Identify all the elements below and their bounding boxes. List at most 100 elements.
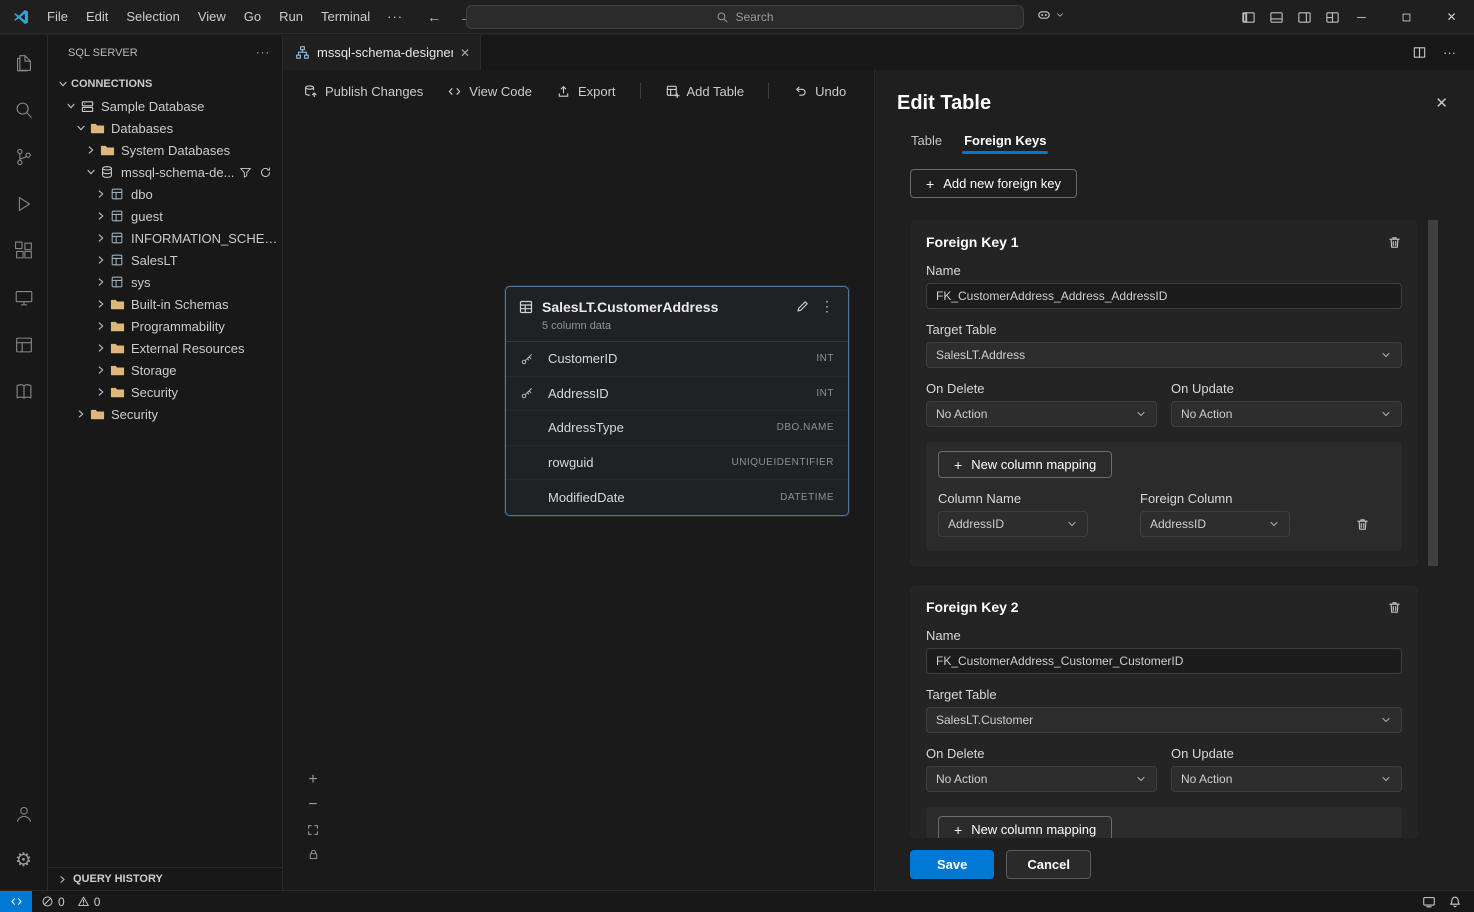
extensions-icon[interactable] bbox=[0, 227, 48, 274]
settings-gear-icon[interactable]: ⚙ bbox=[0, 837, 48, 884]
account-icon[interactable] bbox=[0, 790, 48, 837]
tree-item-security-server[interactable]: Security bbox=[48, 403, 282, 425]
table-column-row[interactable]: CustomerID INT bbox=[506, 342, 848, 377]
delete-mapping-icon[interactable] bbox=[1355, 517, 1370, 537]
menu-overflow-button[interactable]: ··· bbox=[379, 9, 411, 24]
tree-item-system-databases[interactable]: System Databases bbox=[48, 139, 282, 161]
remote-indicator[interactable] bbox=[0, 891, 32, 912]
run-debug-icon[interactable] bbox=[0, 180, 48, 227]
customize-layout-icon[interactable] bbox=[1325, 10, 1340, 25]
cancel-button[interactable]: Cancel bbox=[1006, 850, 1091, 879]
bell-icon[interactable] bbox=[1448, 895, 1462, 909]
command-center-search[interactable]: Search bbox=[466, 5, 1024, 29]
split-editor-icon[interactable] bbox=[1412, 45, 1427, 60]
tree-item-guest[interactable]: guest bbox=[48, 205, 282, 227]
window-minimize-button[interactable]: ─ bbox=[1339, 0, 1384, 34]
tree-item-storage[interactable]: Storage bbox=[48, 359, 282, 381]
tree-item-sample-database[interactable]: Sample Database bbox=[48, 95, 282, 117]
problems-indicator[interactable]: 0 0 bbox=[36, 895, 105, 909]
explorer-icon[interactable] bbox=[0, 39, 48, 86]
table-column-row[interactable]: ModifiedDate DATETIME bbox=[506, 480, 848, 515]
chevron-down-icon bbox=[1380, 773, 1392, 785]
publish-changes-button[interactable]: Publish Changes bbox=[303, 84, 423, 99]
lock-button[interactable] bbox=[307, 848, 320, 861]
source-control-icon[interactable] bbox=[0, 133, 48, 180]
refresh-icon[interactable] bbox=[259, 166, 272, 179]
save-button[interactable]: Save bbox=[910, 850, 994, 879]
fit-view-button[interactable] bbox=[306, 823, 320, 837]
table-node-customeraddress[interactable]: SalesLT.CustomerAddress ⋮ 5 column data … bbox=[505, 286, 849, 516]
tree-item-security-schema[interactable]: Security bbox=[48, 381, 282, 403]
sql-server-icon[interactable] bbox=[0, 274, 48, 321]
search-icon[interactable] bbox=[0, 86, 48, 133]
new-column-mapping-button[interactable]: + New column mapping bbox=[938, 451, 1112, 478]
menu-terminal[interactable]: Terminal bbox=[312, 0, 379, 33]
foreign-column-select[interactable]: AddressID bbox=[1140, 511, 1290, 537]
column-name-select[interactable]: AddressID bbox=[938, 511, 1088, 537]
menu-run[interactable]: Run bbox=[270, 0, 312, 33]
tab-foreign-keys[interactable]: Foreign Keys bbox=[958, 127, 1052, 159]
panel-scrollbar[interactable] bbox=[1428, 220, 1438, 566]
on-delete-select[interactable]: No Action bbox=[926, 766, 1157, 792]
chevron-down-icon bbox=[1135, 773, 1147, 785]
book-icon[interactable] bbox=[0, 368, 48, 415]
tree-item-databases[interactable]: Databases bbox=[48, 117, 282, 139]
add-table-button[interactable]: Add Table bbox=[665, 84, 745, 99]
toggle-sidebar-icon[interactable] bbox=[1241, 10, 1256, 25]
zoom-out-button[interactable]: − bbox=[308, 798, 317, 812]
tab-mssql-schema-designer[interactable]: mssql-schema-designer ✕ bbox=[283, 35, 481, 70]
schema-designer-canvas[interactable]: Publish Changes View Code Export Add Tab… bbox=[283, 70, 874, 890]
menu-edit[interactable]: Edit bbox=[77, 0, 117, 33]
zoom-in-button[interactable]: + bbox=[308, 773, 317, 787]
editor-more-actions-button[interactable]: ··· bbox=[1443, 45, 1456, 60]
tree-item-dbo[interactable]: dbo bbox=[48, 183, 282, 205]
view-code-button[interactable]: View Code bbox=[447, 84, 532, 99]
add-foreign-key-button[interactable]: + Add new foreign key bbox=[910, 169, 1077, 198]
window-maximize-button[interactable] bbox=[1384, 0, 1429, 34]
on-delete-select[interactable]: No Action bbox=[926, 401, 1157, 427]
on-update-select[interactable]: No Action bbox=[1171, 766, 1402, 792]
foreign-key-name-input[interactable] bbox=[926, 648, 1402, 674]
query-history-section[interactable]: QUERY HISTORY bbox=[48, 867, 282, 890]
database-icon bbox=[99, 164, 115, 180]
tab-table[interactable]: Table bbox=[905, 127, 948, 159]
menu-file[interactable]: File bbox=[38, 0, 77, 33]
tab-close-icon[interactable]: ✕ bbox=[460, 46, 470, 60]
undo-button[interactable]: Undo bbox=[793, 84, 846, 99]
toggle-secondary-sidebar-icon[interactable] bbox=[1297, 10, 1312, 25]
table-node-header[interactable]: SalesLT.CustomerAddress ⋮ 5 column data bbox=[506, 287, 848, 342]
screencast-icon[interactable] bbox=[1422, 895, 1436, 909]
delete-foreign-key-icon[interactable] bbox=[1387, 235, 1402, 250]
window-close-button[interactable]: ✕ bbox=[1429, 0, 1474, 34]
menu-selection[interactable]: Selection bbox=[117, 0, 188, 33]
menu-go[interactable]: Go bbox=[235, 0, 270, 33]
filter-icon[interactable] bbox=[239, 166, 252, 179]
tree-item-saleslt[interactable]: SalesLT bbox=[48, 249, 282, 271]
export-button[interactable]: Export bbox=[556, 84, 616, 99]
table-node-menu-icon[interactable]: ⋮ bbox=[818, 298, 836, 315]
tree-item-sys[interactable]: sys bbox=[48, 271, 282, 293]
tree-item-programmability[interactable]: Programmability bbox=[48, 315, 282, 337]
panel-close-icon[interactable]: ✕ bbox=[1435, 94, 1448, 112]
menu-view[interactable]: View bbox=[189, 0, 235, 33]
foreign-key-name-input[interactable] bbox=[926, 283, 1402, 309]
edit-table-pencil-icon[interactable] bbox=[795, 299, 810, 314]
on-update-select[interactable]: No Action bbox=[1171, 401, 1402, 427]
tree-item-external-resources[interactable]: External Resources bbox=[48, 337, 282, 359]
table-column-row[interactable]: AddressID INT bbox=[506, 377, 848, 412]
tree-item-mssql-schema-database[interactable]: mssql-schema-de... bbox=[48, 161, 282, 183]
toggle-panel-icon[interactable] bbox=[1269, 10, 1284, 25]
copilot-button[interactable] bbox=[1036, 7, 1065, 23]
tree-item-built-in-schemas[interactable]: Built-in Schemas bbox=[48, 293, 282, 315]
new-column-mapping-button[interactable]: + New column mapping bbox=[938, 816, 1112, 838]
tree-section-connections[interactable]: CONNECTIONS bbox=[48, 73, 282, 95]
nav-back-button[interactable]: ← bbox=[427, 9, 441, 25]
target-table-select[interactable]: SalesLT.Address bbox=[926, 342, 1402, 368]
sidebar-more-actions-button[interactable]: ··· bbox=[256, 47, 270, 59]
table-column-row[interactable]: AddressType DBO.NAME bbox=[506, 411, 848, 446]
delete-foreign-key-icon[interactable] bbox=[1387, 600, 1402, 615]
tree-item-information-schema[interactable]: INFORMATION_SCHEMA bbox=[48, 227, 282, 249]
table-designer-icon[interactable] bbox=[0, 321, 48, 368]
table-column-row[interactable]: rowguid UNIQUEIDENTIFIER bbox=[506, 446, 848, 481]
target-table-select[interactable]: SalesLT.Customer bbox=[926, 707, 1402, 733]
